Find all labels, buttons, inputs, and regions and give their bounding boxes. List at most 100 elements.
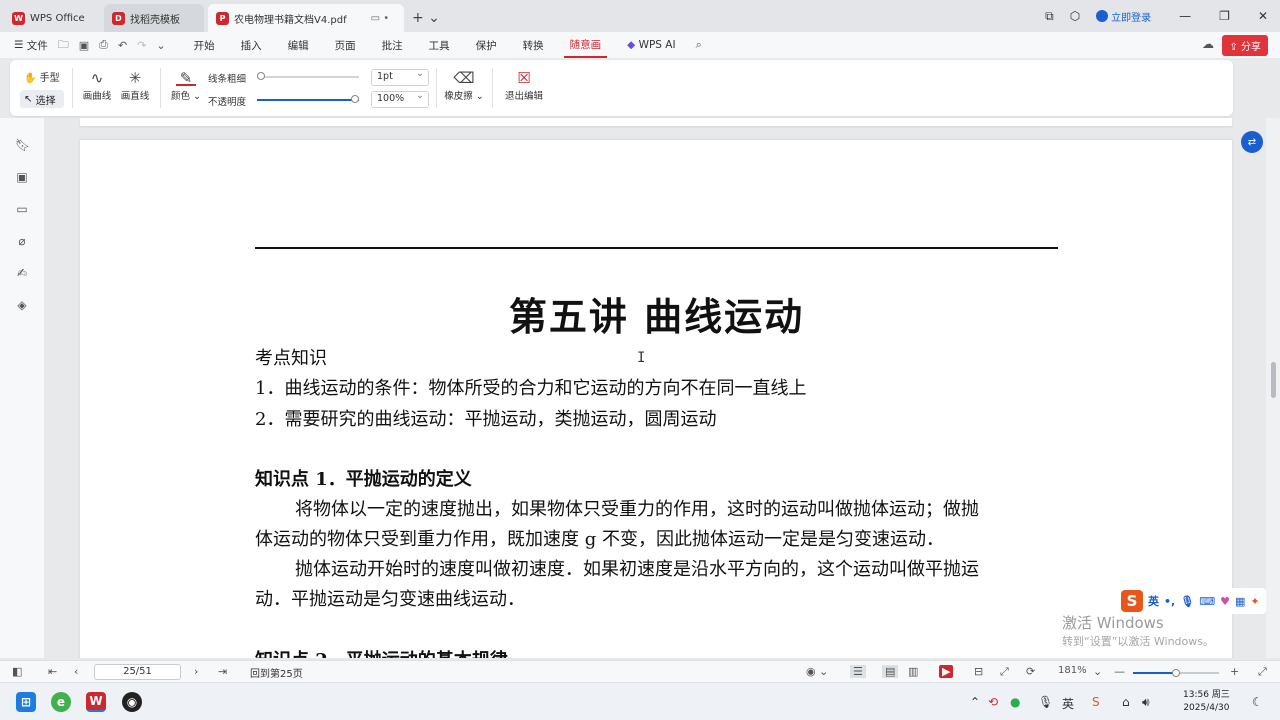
zoom-dropdown-icon[interactable]: ⌄ [1093, 665, 1102, 678]
cloud-upload-icon[interactable]: ☁ [1202, 37, 1214, 51]
vertical-scrollbar[interactable] [1266, 118, 1280, 658]
zoom-slider[interactable] [1133, 669, 1219, 677]
activate-windows-hint: 转到“设置”以激活 Windows。 [1062, 635, 1214, 648]
ime-grid-icon[interactable]: ▦ [1235, 595, 1245, 608]
two-page-view-icon[interactable]: ▥ [908, 665, 918, 678]
next-page-icon[interactable]: › [194, 665, 198, 678]
taskbar-clock[interactable]: 13:56 周三 2025/4/30 [1183, 689, 1230, 715]
opacity-slider-knob[interactable] [351, 95, 359, 103]
window-layout-icon[interactable]: ⧉ [1045, 9, 1054, 24]
notification-icon[interactable]: ☾ [1252, 695, 1263, 709]
menu-tools[interactable]: 工具 [423, 34, 456, 57]
ime-toolbar[interactable]: S 英 •, 🎙︎ ⌨ ♥ ▦ ✦ [1118, 588, 1266, 614]
eraser-button[interactable]: ⌫ 橡皮擦 ⌄ [444, 68, 484, 102]
document-viewport[interactable]: 第五讲 曲线运动 I 考点知识 1．曲线运动的条件：物体所受的合力和它运动的方向… [44, 118, 1266, 658]
opacity-slider[interactable] [257, 99, 359, 101]
fullscreen-icon[interactable]: ⤢ [1258, 665, 1267, 679]
print-icon[interactable]: ⎙ [99, 38, 108, 52]
draw-curve-button[interactable]: ∿ 画曲线 [80, 68, 114, 102]
layers-icon[interactable]: ◈ [15, 298, 29, 312]
bookmark-icon[interactable]: 🔖︎ [15, 138, 30, 152]
tray-wechat-icon[interactable]: ● [1010, 695, 1020, 709]
sidebar-toggle-icon[interactable]: ◧ [12, 665, 22, 678]
obs-icon[interactable]: ◉ [122, 692, 142, 712]
continuous-view-icon[interactable]: ▤ [882, 665, 899, 678]
redo-icon[interactable]: ↷ [137, 39, 146, 52]
last-page-icon[interactable]: ⇥ [218, 665, 227, 678]
more-chevron-icon[interactable]: ⌄ [156, 39, 165, 52]
opacity-dropdown[interactable]: 100% [371, 90, 429, 108]
tab-wps-office[interactable]: W WPS Office [4, 4, 100, 32]
thumbnail-icon[interactable]: ▣ [15, 170, 29, 184]
windows-start-icon[interactable]: ⊞ [16, 692, 36, 712]
tray-sogou-icon[interactable]: S [1092, 695, 1100, 709]
signature-icon[interactable]: ✍ [15, 266, 29, 280]
page-number-input[interactable]: 25/51 [94, 664, 181, 680]
line-width-slider[interactable] [257, 76, 359, 78]
scrollbar-thumb[interactable] [1271, 362, 1276, 398]
rotate-icon[interactable]: ⟳ [1026, 665, 1035, 678]
hand-tool-button[interactable]: ✋ 手型 [24, 69, 60, 84]
fit-page-icon[interactable]: ⤢ [1000, 665, 1009, 679]
line-width-slider-knob[interactable] [257, 72, 265, 80]
ime-language[interactable]: 英 [1148, 593, 1159, 609]
zoom-level[interactable]: 181% [1058, 665, 1087, 676]
maximize-button[interactable]: ❐ [1219, 9, 1230, 23]
share-button[interactable]: ⇪ 分享 [1222, 35, 1268, 56]
save-icon[interactable]: ▣ [79, 39, 89, 52]
menu-freehand-draw[interactable]: 随意画 [563, 33, 608, 58]
zoom-out-icon[interactable]: — [1114, 665, 1125, 678]
tray-ime-icon[interactable]: 英 [1062, 695, 1074, 712]
minimize-button[interactable]: — [1179, 9, 1191, 23]
exit-edit-button[interactable]: ☒ 退出编辑 [502, 68, 546, 102]
menu-insert[interactable]: 插入 [235, 34, 268, 57]
draw-line-button[interactable]: ✳ 画直线 [118, 68, 152, 102]
ime-mic-icon[interactable]: 🎙︎ [1180, 595, 1194, 608]
open-folder-icon[interactable]: 🗀 [58, 36, 69, 55]
menu-protect[interactable]: 保护 [470, 34, 503, 57]
menu-page[interactable]: 页面 [329, 34, 362, 57]
back-to-page-link[interactable]: 回到第25页 [250, 665, 303, 680]
menu-wps-ai[interactable]: ◆ WPS AI [621, 35, 681, 55]
new-tab-button[interactable]: + ⌄ [404, 4, 448, 32]
menu-annotate[interactable]: 批注 [376, 34, 409, 57]
menu-convert[interactable]: 转换 [517, 34, 550, 57]
ime-tool-icon[interactable]: ✦ [1250, 595, 1259, 608]
comment-icon[interactable]: ▭ [15, 202, 29, 216]
eye-protect-icon[interactable]: ◉ ⌄ [806, 665, 828, 678]
attachment-icon[interactable]: ⌀ [15, 234, 29, 248]
prev-page-icon[interactable]: ‹ [74, 665, 78, 678]
tray-mic-icon[interactable]: 🎙︎ [1038, 695, 1053, 709]
browser-icon[interactable]: e [51, 692, 71, 712]
tray-expand-icon[interactable]: ⌃ [970, 695, 980, 709]
wps-taskbar-icon[interactable]: W [86, 692, 106, 712]
tab-pdf-document[interactable]: P 农电物理书籍文档V4.pdf ▭ • [208, 4, 404, 32]
close-button[interactable]: ✕ [1258, 9, 1268, 23]
login-button[interactable]: 立即登录 [1096, 9, 1151, 24]
tray-network-icon[interactable]: ⌂ [1122, 695, 1130, 709]
zoom-in-icon[interactable]: + [1230, 665, 1239, 678]
file-menu[interactable]: ☰ 文件 [14, 38, 48, 53]
ime-punct-icon[interactable]: •, [1164, 595, 1175, 608]
select-tool-button[interactable]: ↖ 选择 [20, 90, 64, 108]
tray-volume-icon[interactable]: 🔊︎ [1142, 695, 1150, 710]
ime-keyboard-icon[interactable]: ⌨ [1199, 595, 1215, 608]
ime-skin-icon[interactable]: ♥ [1220, 595, 1230, 608]
zoom-slider-knob[interactable] [1172, 669, 1180, 677]
tab-monitor-icon[interactable]: ▭ • [371, 13, 390, 24]
play-icon[interactable]: ▶ [939, 665, 954, 678]
menu-edit[interactable]: 编辑 [282, 34, 315, 57]
cube-icon[interactable]: ⬡ [1070, 9, 1080, 23]
single-page-view-icon[interactable]: ☰ [850, 665, 866, 678]
tab-template[interactable]: D 找稻壳模板 [104, 4, 204, 32]
first-page-icon[interactable]: ⇤ [48, 665, 57, 678]
floating-convert-button[interactable]: ⇄ [1241, 131, 1263, 153]
tray-sync-icon[interactable]: ⟲ [988, 695, 998, 709]
menu-start[interactable]: 开始 [188, 34, 221, 57]
fit-width-icon[interactable]: ⊟ [974, 665, 983, 678]
line-width-dropdown[interactable]: 1pt [371, 68, 429, 86]
search-icon[interactable]: ⌕ [696, 38, 702, 52]
undo-icon[interactable]: ↶ [118, 39, 127, 52]
color-picker-button[interactable]: ✎ 颜色 ⌄ [170, 68, 202, 102]
header-rule [255, 247, 1058, 249]
